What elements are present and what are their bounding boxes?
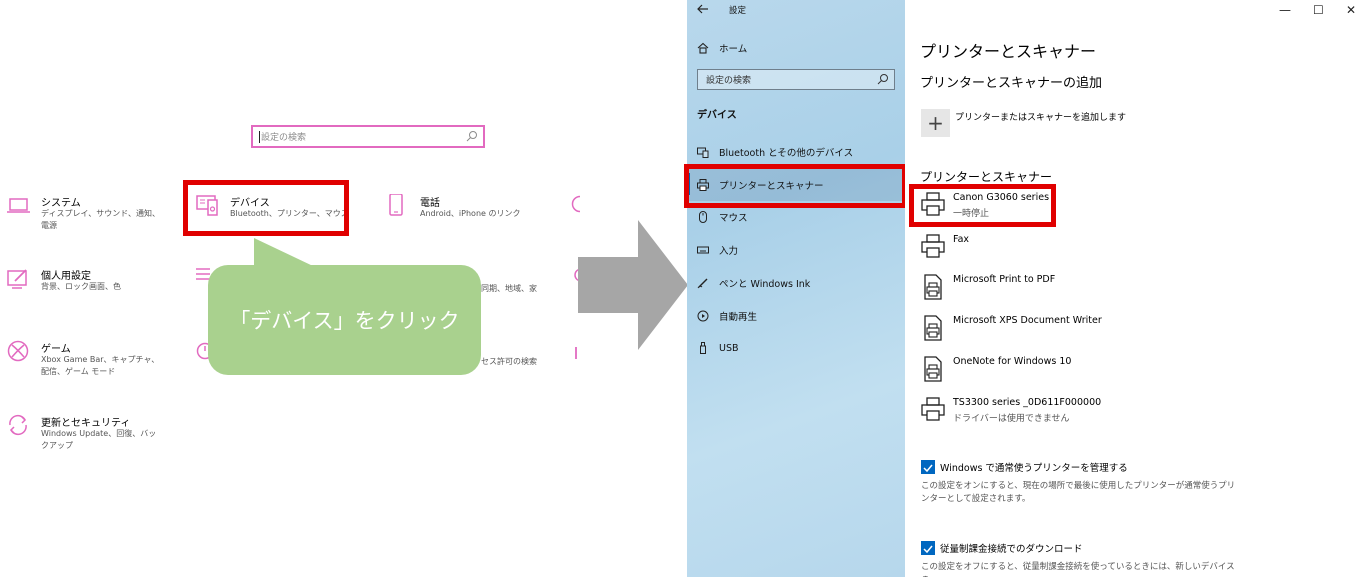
home-search-input[interactable]: 設定の検索 [251,125,485,148]
home-icon [697,42,709,54]
canon-printer-highlight-box [909,184,1056,227]
tile-gaming-title: ゲーム [41,344,71,355]
printer-icon [921,397,945,421]
tile-privacy-subtitle-partial: セス許可の検索 [481,357,537,366]
nav-item-typing-label: 入力 [719,246,739,257]
sidebar-search-placeholder: 設定の検索 [706,76,752,86]
manage-default-printer-label[interactable]: Windows で通常使うプリンターを管理する [940,460,1128,474]
keyboard-icon [697,246,709,254]
printer-status: ドライバーは使用できません [953,414,1070,424]
nav-item-usb-label: USB [719,342,739,354]
printers-nav-highlight-box [684,164,907,208]
manage-default-printer-checkbox[interactable] [921,460,935,474]
printer-name: OneNote for Windows 10 [953,356,1072,367]
add-section-title: プリンターとスキャナーの追加 [920,76,1103,91]
settings-content: — ☐ ✕ プリンターとスキャナー プリンターとスキャナーの追加 + プリンター… [905,0,1364,577]
document-printer-icon [924,356,942,382]
tile-personalization-subtitle: 背景、ロック画面、色 [41,282,121,291]
devices-highlight-box [183,180,349,236]
pen-icon [697,278,708,289]
add-printer-label[interactable]: プリンターまたはスキャナーを追加します [955,110,1126,123]
manage-default-printer-description: この設定をオンにすると、現在の場所で最後に使用したプリンターが通常使うプリンター… [921,481,1236,504]
search-icon [466,131,477,142]
nav-item-bluetooth[interactable]: Bluetooth とその他のデバイス [697,145,853,159]
nav-item-bluetooth-label: Bluetooth とその他のデバイス [719,148,854,159]
personalization-icon [7,269,27,289]
tile-time-subtitle-partial: 同期、地域、家 [481,284,537,293]
globe-icon [571,195,580,213]
xbox-icon [7,340,29,362]
nav-item-mouse[interactable]: マウス [697,210,748,224]
nav-item-typing[interactable]: 入力 [697,243,738,257]
metered-download-label[interactable]: 従量制課金接続でのダウンロード [940,541,1083,555]
tile-system-subtitle: ディスプレイ、サウンド、通知、電源 [41,209,160,230]
nav-item-pen-label: ペンと Windows Ink [719,279,811,290]
close-button[interactable]: ✕ [1346,3,1356,17]
sidebar-search-input[interactable]: 設定の検索 [697,69,895,90]
printer-name: Fax [953,234,970,245]
tile-update-title: 更新とセキュリティ [41,418,131,429]
mouse-icon [699,211,707,223]
settings-sidebar: 設定 ホーム 設定の検索 デバイス Bluetooth とその他のデバイス プリ… [687,0,905,577]
metered-download-checkbox[interactable] [921,541,935,555]
printer-name: TS3300 series _0D611F000000 [953,397,1102,408]
back-arrow-icon[interactable] [697,4,709,14]
update-icon [9,414,27,436]
nav-home[interactable]: ホーム [697,41,747,55]
bluetooth-icon [697,147,709,158]
printer-name: Microsoft XPS Document Writer [953,315,1102,326]
printer-icon [921,234,945,258]
instruction-callout-text: 「デバイス」をクリック [229,309,460,333]
home-search-placeholder: 設定の検索 [261,133,307,143]
page-title: プリンターとスキャナー [920,42,1097,61]
usb-icon [700,342,706,354]
checkmark-icon [923,464,933,473]
document-printer-icon [924,274,942,300]
add-printer-button[interactable]: + [921,109,950,137]
nav-item-usb[interactable]: USB [697,342,739,354]
autoplay-icon [697,310,709,322]
nav-item-autoplay-label: 自動再生 [719,312,758,323]
tile-phone-title: 電話 [420,198,440,209]
phone-icon [389,194,403,216]
right-arrow-icon [578,220,688,350]
maximize-button[interactable]: ☐ [1313,3,1324,17]
settings-home-panel: 設定の検索 システム ディスプレイ、サウンド、通知、電源 デバイス Blueto… [0,0,580,577]
nav-section-title: デバイス [697,110,737,121]
printer-list-title: プリンターとスキャナー [920,170,1053,184]
printer-name: Microsoft Print to PDF [953,274,1056,285]
nav-item-mouse-label: マウス [719,213,748,224]
tile-gaming-subtitle: Xbox Game Bar、キャプチャ、配信、ゲーム モード [41,355,160,376]
window-title: 設定 [729,6,747,16]
nav-item-autoplay[interactable]: 自動再生 [697,309,757,323]
document-printer-icon [924,315,942,341]
tile-update-subtitle: Windows Update、回復、バックアップ [41,429,157,450]
text-caret [259,131,260,143]
tile-phone-subtitle: Android、iPhone のリンク [420,209,521,218]
plus-icon: + [927,111,944,135]
tile-personalization-title: 個人用設定 [41,271,91,282]
minimize-button[interactable]: — [1279,3,1291,17]
metered-download-description: この設定をオフにすると、従量制課金接続を使っているときには、新しいデバイスの [921,562,1235,577]
nav-home-label: ホーム [719,44,748,55]
laptop-icon [7,198,30,213]
nav-item-pen[interactable]: ペンと Windows Ink [697,276,810,290]
tile-system-title: システム [41,198,81,209]
search-icon [877,74,888,85]
checkmark-icon [923,545,933,554]
